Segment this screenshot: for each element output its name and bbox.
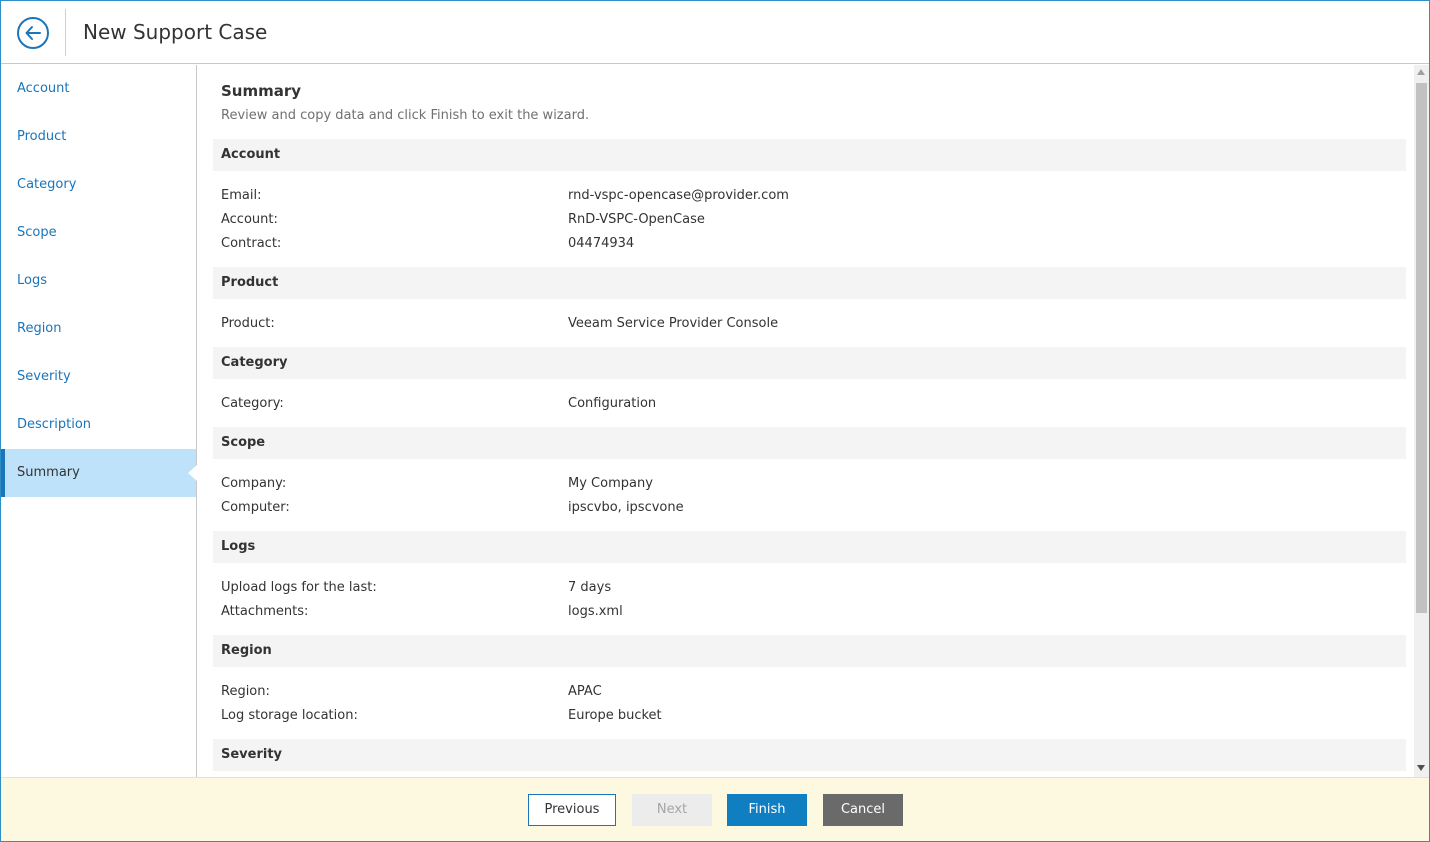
- row-label-upload-logs: Upload logs for the last:: [221, 580, 377, 595]
- section-header-logs: Logs: [213, 531, 1406, 563]
- scroll-thumb[interactable]: [1416, 83, 1427, 613]
- wizard-footer: Previous Next Finish Cancel: [1, 777, 1429, 841]
- row-label-category: Category:: [221, 396, 284, 411]
- wizard-header: New Support Case: [1, 1, 1429, 64]
- row-value-contract: 04474934: [568, 236, 635, 251]
- summary-title: Summary: [221, 82, 302, 100]
- scroll-up-arrow-icon[interactable]: [1417, 69, 1425, 75]
- sidebar-item-label: Account: [17, 81, 70, 96]
- row-label-email: Email:: [221, 188, 262, 203]
- row-label-log-storage: Log storage location:: [221, 708, 358, 723]
- row-value-attachments: logs.xml: [568, 604, 623, 619]
- sidebar-item-account[interactable]: Account: [1, 65, 196, 113]
- sidebar-item-label: Region: [17, 321, 62, 336]
- row-value-computer: ipscvbo, ipscvone: [568, 500, 684, 515]
- sidebar-item-label: Product: [17, 129, 67, 144]
- sidebar-item-label: Description: [17, 417, 92, 432]
- sidebar-item-scope[interactable]: Scope: [1, 209, 196, 257]
- next-button[interactable]: Next: [632, 794, 712, 826]
- row-value-product: Veeam Service Provider Console: [568, 316, 779, 331]
- sidebar-item-label: Severity: [17, 369, 71, 384]
- row-value-category: Configuration: [568, 396, 657, 411]
- sidebar-item-label: Category: [17, 177, 77, 192]
- cancel-button[interactable]: Cancel: [823, 794, 903, 826]
- row-label-attachments: Attachments:: [221, 604, 309, 619]
- summary-panel: Summary Review and copy data and click F…: [198, 65, 1414, 777]
- section-header-scope: Scope: [213, 427, 1406, 459]
- scroll-down-arrow-icon[interactable]: [1417, 765, 1425, 771]
- row-label-account: Account:: [221, 212, 278, 227]
- content-scrollbar[interactable]: [1414, 65, 1429, 777]
- sidebar-item-product[interactable]: Product: [1, 113, 196, 161]
- row-label-region: Region:: [221, 684, 270, 699]
- wizard-window: New Support Case Account Product Categor…: [0, 0, 1430, 842]
- header-divider: [65, 9, 66, 56]
- row-value-account: RnD-VSPC-OpenCase: [568, 212, 705, 227]
- section-header-product: Product: [213, 267, 1406, 299]
- back-button[interactable]: [17, 17, 49, 49]
- arrow-left-icon: [25, 26, 41, 40]
- section-header-account: Account: [213, 139, 1406, 171]
- sidebar-item-logs[interactable]: Logs: [1, 257, 196, 305]
- previous-button[interactable]: Previous: [528, 794, 616, 826]
- row-value-region: APAC: [568, 684, 602, 699]
- sidebar-item-label: Summary: [17, 465, 80, 480]
- summary-subtitle: Review and copy data and click Finish to…: [221, 108, 590, 123]
- sidebar-item-category[interactable]: Category: [1, 161, 196, 209]
- page-title: New Support Case: [83, 20, 268, 44]
- section-header-category: Category: [213, 347, 1406, 379]
- wizard-steps-sidebar: Account Product Category Scope Logs Regi…: [1, 65, 197, 777]
- sidebar-item-severity[interactable]: Severity: [1, 353, 196, 401]
- row-label-contract: Contract:: [221, 236, 282, 251]
- sidebar-item-description[interactable]: Description: [1, 401, 196, 449]
- sidebar-item-label: Scope: [17, 225, 57, 240]
- row-label-company: Company:: [221, 476, 287, 491]
- section-header-severity: Severity: [213, 739, 1406, 771]
- row-value-email: rnd-vspc-opencase@provider.com: [568, 188, 789, 203]
- row-value-log-storage: Europe bucket: [568, 708, 662, 723]
- finish-button[interactable]: Finish: [727, 794, 807, 826]
- row-value-upload-logs: 7 days: [568, 580, 612, 595]
- row-label-product: Product:: [221, 316, 275, 331]
- row-label-computer: Computer:: [221, 500, 290, 515]
- section-header-region: Region: [213, 635, 1406, 667]
- row-value-company: My Company: [568, 476, 653, 491]
- sidebar-item-summary[interactable]: Summary: [1, 449, 197, 497]
- sidebar-item-region[interactable]: Region: [1, 305, 196, 353]
- sidebar-item-label: Logs: [17, 273, 47, 288]
